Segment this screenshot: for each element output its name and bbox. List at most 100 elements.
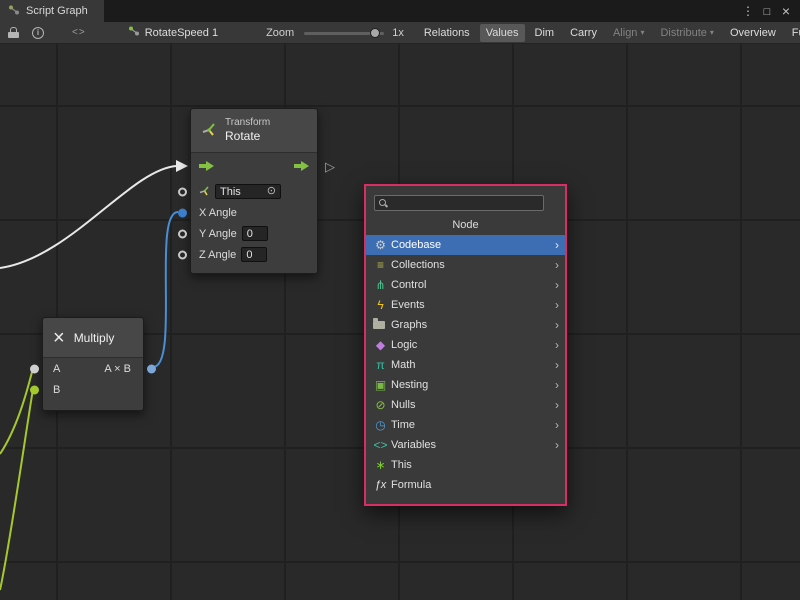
wire-green-to-b[interactable] [0, 389, 33, 590]
chevron-right-icon: › [555, 278, 559, 292]
code-icon[interactable] [72, 25, 86, 41]
toolbar-button-relations[interactable]: Relations [418, 24, 476, 42]
graph-breadcrumb[interactable]: RotateSpeed 1 [128, 25, 218, 40]
transform-rotate-node[interactable]: Transform Rotate This [190, 108, 318, 274]
fuzzy-item-label: This [391, 459, 412, 471]
wire-white-flow[interactable] [0, 166, 176, 268]
dropdown-arrow-icon: ▾ [640, 28, 644, 37]
y-angle-input[interactable]: 0 [242, 226, 268, 241]
fuzzy-item-label: Codebase [391, 239, 441, 251]
toolbar-button-carry[interactable]: Carry [564, 24, 603, 42]
chevron-right-icon: › [555, 298, 559, 312]
button-label: Carry [570, 27, 597, 39]
fuzzy-item-label: Nulls [391, 399, 415, 411]
z-angle-label: Z Angle [199, 249, 236, 261]
toolbar-button-overview[interactable]: Overview [724, 24, 782, 42]
lock-body [8, 32, 19, 38]
fuzzy-item-codebase[interactable]: ⚙Codebase› [366, 235, 565, 255]
graph-canvas[interactable]: Transform Rotate This [0, 44, 800, 600]
flow-arrowhead-icon [176, 160, 188, 172]
x-angle-row: X Angle [191, 202, 317, 223]
zoom-slider-knob[interactable] [370, 28, 380, 38]
chevron-right-icon: › [555, 378, 559, 392]
y-angle-port[interactable] [178, 229, 187, 238]
button-label: Overview [730, 27, 776, 39]
node-category: Transform [225, 117, 270, 130]
this-port[interactable] [178, 187, 187, 196]
x-angle-label: X Angle [199, 207, 237, 219]
fuzzy-item-label: Graphs [391, 319, 427, 331]
toolbar-button-full-screen[interactable]: Full Screen [786, 24, 800, 42]
fuzzy-item-variables[interactable]: <>Variables › [366, 435, 565, 455]
fuzzy-header: Node [366, 219, 565, 231]
fuzzy-finder: Node ⚙Codebase›≡Collections›⋔Control›ϟEv… [364, 184, 567, 506]
node-footer [191, 265, 317, 273]
tab-script-graph[interactable]: Script Graph [0, 0, 104, 22]
multiply-node[interactable]: Multiply A A × B B [42, 317, 144, 411]
toolbar-button-values[interactable]: Values [480, 24, 525, 42]
button-label: Distribute [660, 27, 706, 39]
fuzzy-item-events[interactable]: ϟEvents› [366, 295, 565, 315]
window-menu-icon[interactable] [740, 4, 756, 18]
close-icon[interactable] [778, 3, 794, 19]
fuzzy-item-math[interactable]: πMath› [366, 355, 565, 375]
null-icon: ⊘ [373, 399, 388, 411]
fuzzy-item-logic[interactable]: ◆Logic› [366, 335, 565, 355]
flow-next-triangle-icon[interactable] [325, 160, 335, 173]
multiply-row-b: B [43, 379, 143, 400]
multiply-node-header[interactable]: Multiply [43, 318, 143, 358]
fuzzy-item-label: Time [391, 419, 415, 431]
fuzzy-list: ⚙Codebase›≡Collections›⋔Control›ϟEvents›… [366, 235, 565, 495]
toolbar-button-distribute[interactable]: Distribute▾ [654, 24, 719, 42]
object-picker-icon[interactable] [267, 186, 276, 197]
toolbar-button-dim[interactable]: Dim [529, 24, 561, 42]
fuzzy-item-collections[interactable]: ≡Collections› [366, 255, 565, 275]
wire-green-to-a[interactable] [0, 368, 33, 454]
this-star-icon: ∗ [373, 459, 388, 471]
variables-icon: <> [373, 439, 388, 451]
maximize-icon[interactable] [759, 4, 775, 18]
flow-in-arrow-icon[interactable] [199, 161, 214, 174]
fuzzy-item-label: Events [391, 299, 425, 311]
fuzzy-item-formula[interactable]: ƒxFormula [366, 475, 565, 495]
tab-bar: Script Graph [0, 0, 800, 22]
fuzzy-item-this[interactable]: ∗This [366, 455, 565, 475]
search-icon [378, 198, 388, 208]
wire-blue-multiply-to-xangle[interactable] [153, 212, 178, 367]
button-label: Dim [535, 27, 555, 39]
info-icon[interactable] [32, 25, 44, 41]
input-a-port[interactable] [30, 364, 39, 373]
toolbar-button-align[interactable]: Align▾ [607, 24, 650, 42]
z-angle-port[interactable] [178, 250, 187, 259]
multiply-icon [53, 328, 65, 348]
toolbar-buttons: RelationsValuesDimCarryAlign▾Distribute▾… [418, 24, 800, 42]
fuzzy-item-graphs[interactable]: Graphs › [366, 315, 565, 335]
flow-out-arrow-icon[interactable] [294, 161, 309, 174]
fuzzy-item-label: Nesting [391, 379, 428, 391]
x-angle-port[interactable] [178, 208, 187, 217]
transform-node-header[interactable]: Transform Rotate [191, 109, 317, 153]
button-label: Values [486, 27, 519, 39]
folder-icon [373, 321, 385, 329]
output-port[interactable] [147, 364, 156, 373]
fuzzy-item-nulls[interactable]: ⊘Nulls› [366, 395, 565, 415]
chevron-right-icon: › [555, 318, 559, 332]
search-input[interactable] [391, 197, 540, 209]
z-angle-input[interactable]: 0 [241, 247, 267, 262]
zoom-slider[interactable] [304, 26, 384, 40]
this-field[interactable]: This [215, 184, 281, 199]
fuzzy-item-control[interactable]: ⋔Control› [366, 275, 565, 295]
search-box[interactable] [374, 195, 544, 211]
fuzzy-item-label: Math [391, 359, 415, 371]
chevron-right-icon: › [555, 238, 559, 252]
node-footer [43, 400, 143, 410]
fuzzy-item-time[interactable]: ◷Time› [366, 415, 565, 435]
nesting-icon: ▣ [373, 379, 388, 391]
fuzzy-item-label: Control [391, 279, 426, 291]
button-label: Align [613, 27, 637, 39]
chevron-right-icon: › [555, 438, 559, 452]
input-b-port[interactable] [30, 385, 39, 394]
lock-icon[interactable] [7, 25, 19, 41]
fuzzy-item-label: Variables [391, 439, 436, 451]
fuzzy-item-nesting[interactable]: ▣Nesting › [366, 375, 565, 395]
